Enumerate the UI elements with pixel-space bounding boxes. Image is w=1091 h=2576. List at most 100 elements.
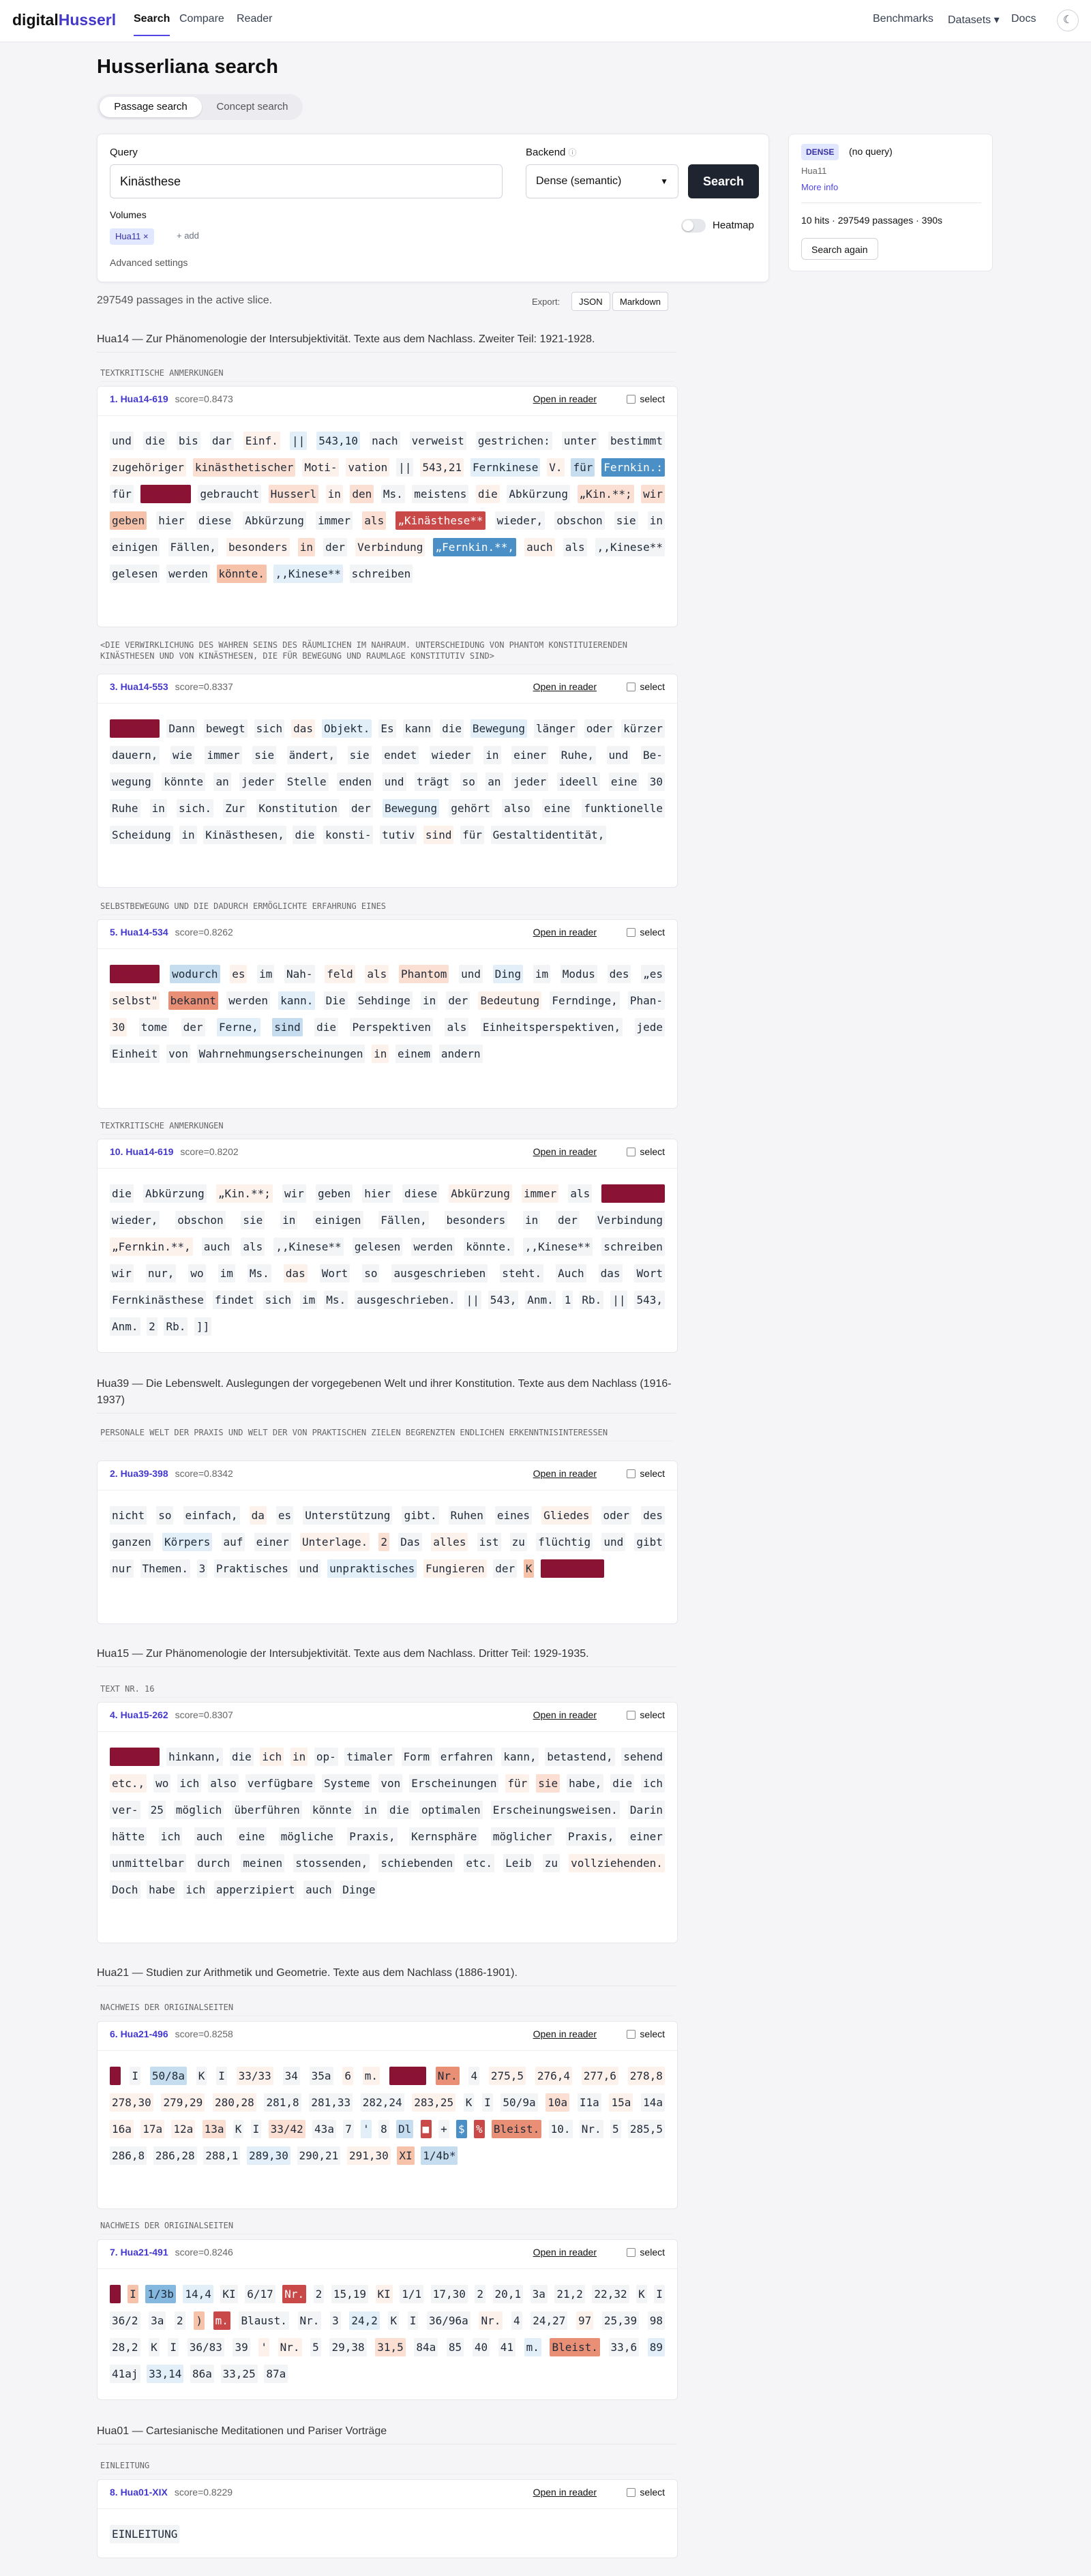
checkbox-icon[interactable] [627,1148,636,1156]
token: 33,6 [608,2338,640,2356]
select-checkbox[interactable]: select [627,1146,665,1157]
token: wieder, [110,1211,160,1229]
token: m. [362,2067,380,2085]
token: überführen [232,1801,302,1819]
result-id-link[interactable]: 8. Hua01-XIX [110,2487,168,2498]
token: und [606,746,631,764]
open-in-reader-link[interactable]: Open in reader [533,1146,597,1157]
checkbox-icon[interactable] [627,1469,636,1478]
result-id-link[interactable]: 4. Hua15-262 [110,1709,168,1720]
token: möglicher [490,1827,554,1846]
token: sehend [621,1748,666,1766]
token: ver- [110,1801,140,1819]
heatmap-toggle[interactable] [681,219,706,233]
brand-logo[interactable]: digitalHusserl [12,11,116,29]
token: 1/1 [400,2285,424,2303]
token: die [143,432,167,450]
more-info-link[interactable]: More info [801,182,838,192]
nav-datasets-dropdown[interactable]: Datasets ▾ [948,13,1000,27]
open-in-reader-link[interactable]: Open in reader [533,2487,597,2498]
select-checkbox[interactable]: select [627,393,665,404]
export-markdown-button[interactable]: Markdown [612,292,668,311]
open-in-reader-link[interactable]: Open in reader [533,2247,597,2258]
token: auch [201,1238,233,1256]
divider [98,415,677,416]
search-again-button[interactable]: Search again [801,238,878,260]
select-checkbox[interactable]: select [627,2487,665,2498]
token: als [365,965,389,983]
token: könnte. [216,565,267,583]
token: ausgeschrieben. [355,1291,458,1309]
token: Systeme [321,1774,372,1793]
token: wo [188,1264,206,1283]
token: bestimmt [608,432,665,450]
result-score: score=0.8262 [175,927,233,938]
token: optimalen [419,1801,483,1819]
nav-reader[interactable]: Reader [237,13,272,25]
token: Erscheinungen [409,1774,499,1793]
advanced-settings-toggle[interactable]: Advanced settings [110,257,188,268]
checkbox-icon[interactable] [627,395,636,404]
tab-concept-search[interactable]: Concept search [205,97,300,117]
token: Nr. [479,2311,503,2330]
section-label: SELBSTBEWEGUNG UND DIE DADURCH ERMÖGLICH… [100,901,673,915]
token: Gestaltidentität, [490,826,607,844]
toggle-knob [683,220,693,231]
nav-compare[interactable]: Compare [179,13,224,25]
select-checkbox[interactable]: select [627,2247,665,2258]
checkbox-icon[interactable] [627,2030,636,2039]
info-icon[interactable]: ⓘ [569,148,577,158]
nav-search[interactable]: Search [134,13,170,36]
token: 98 [647,2311,665,2330]
select-checkbox[interactable]: select [627,927,665,938]
section-label: TEXT NR. 16 [100,1683,673,1698]
nav-benchmarks[interactable]: Benchmarks [873,13,933,25]
checkbox-icon[interactable] [627,928,636,937]
token: Fernkinese [470,458,541,477]
open-in-reader-link[interactable]: Open in reader [533,2028,597,2039]
export-json-button[interactable]: JSON [571,292,610,311]
result-id-link[interactable]: 1. Hua14-619 [110,393,168,404]
brand-text-husserl: Husserl [58,11,117,29]
result-id-link[interactable]: 10. Hua14-619 [110,1146,173,1157]
tab-passage-search[interactable]: Passage search [100,97,202,117]
select-checkbox[interactable]: select [627,1468,665,1479]
open-in-reader-link[interactable]: Open in reader [533,393,597,404]
search-button[interactable]: Search [688,164,759,198]
token: Nr. [297,2311,322,2330]
select-checkbox[interactable]: select [627,1709,665,1720]
token: 283,25 [412,2093,456,2112]
passage-tokens: nicht so einfach, da es Unterstützung gi… [110,1502,665,1582]
nav-docs[interactable]: Docs [1011,13,1036,25]
open-in-reader-link[interactable]: Open in reader [533,927,597,938]
result-id-link[interactable]: 7. Hua21-491 [110,2247,168,2258]
query-input[interactable] [110,164,503,198]
add-volume-button[interactable]: + add [177,230,199,241]
token: im [533,965,551,983]
result-id-link[interactable]: 5. Hua14-534 [110,927,168,938]
volume-heading: Hua15 — Zur Phänomenologie der Intersubj… [97,1646,676,1667]
open-in-reader-link[interactable]: Open in reader [533,1468,597,1479]
open-in-reader-link[interactable]: Open in reader [533,1709,597,1720]
volume-chip-hua11[interactable]: Hua11 × [110,228,154,245]
token: für [505,1774,530,1793]
checkbox-icon[interactable] [627,683,636,691]
select-checkbox[interactable]: select [627,2028,665,2039]
result-id-link[interactable]: 3. Hua14-553 [110,681,168,692]
checkbox-icon[interactable] [627,2248,636,2257]
result-score: score=0.8473 [175,393,233,404]
result-card: 1. Hua14-619 score=0.8473 Open in reader se… [97,386,678,627]
token: 543,21 [420,458,464,477]
theme-toggle-moon-icon[interactable]: ☾ [1057,10,1079,31]
result-id-link[interactable]: 2. Hua39-398 [110,1468,168,1479]
checkbox-icon[interactable] [627,1711,636,1720]
backend-select[interactable]: Dense (semantic) ▼ [526,164,678,198]
token: betastend, [545,1748,615,1766]
open-in-reader-link[interactable]: Open in reader [533,681,597,692]
token: Dann [166,719,197,738]
token: 277,6 [581,2067,618,2085]
result-id-link[interactable]: 6. Hua21-496 [110,2028,168,2039]
checkbox-icon[interactable] [627,2488,636,2497]
select-checkbox[interactable]: select [627,681,665,692]
token: gibt [634,1533,665,1551]
